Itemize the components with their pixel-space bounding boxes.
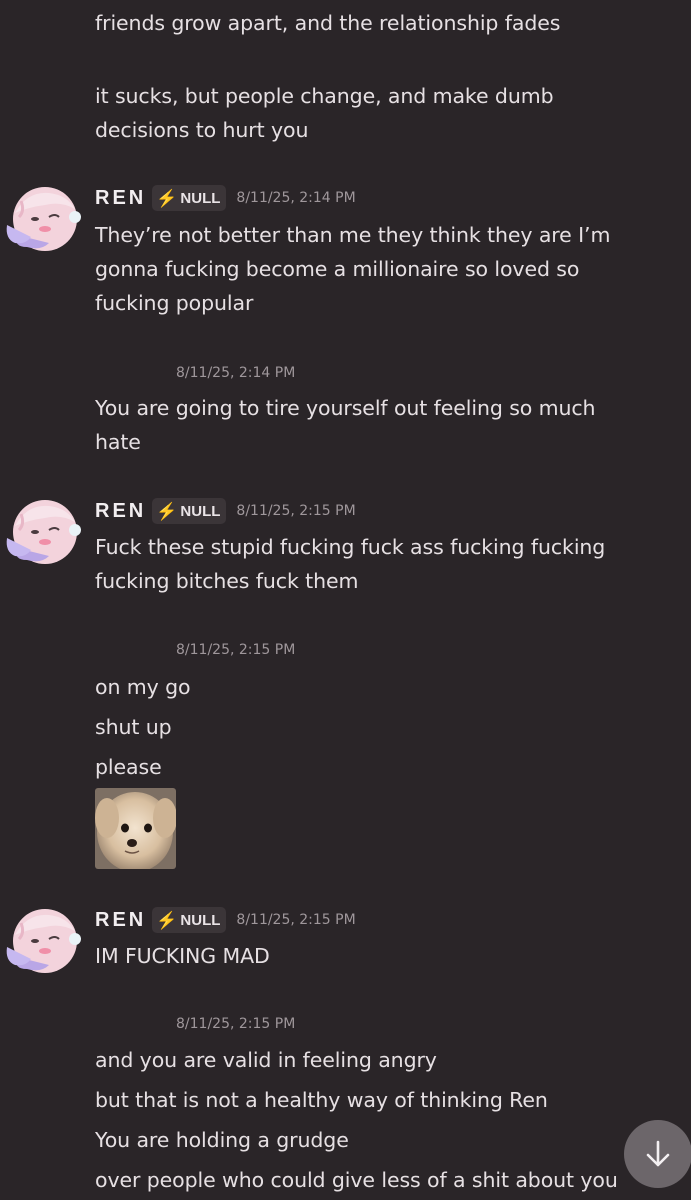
message-timestamp: 8/11/25, 2:15 PM [176, 642, 296, 658]
message-line: hate [95, 430, 141, 454]
message-timestamp: 8/11/25, 2:15 PM [236, 912, 356, 928]
message-timestamp: 8/11/25, 2:14 PM [176, 365, 296, 381]
message-line: it sucks, but people change, and make du… [95, 84, 554, 108]
message-header: REN ⚡ NULL 8/11/25, 2:15 PM [95, 905, 356, 935]
message-line: please [95, 755, 162, 779]
message-line: and you are valid in feeling angry [95, 1048, 437, 1072]
message-line: Fuck these stupid fucking fuck ass fucki… [95, 535, 606, 559]
role-badge[interactable]: ⚡ NULL [152, 907, 227, 933]
user-avatar[interactable] [5, 183, 81, 255]
username[interactable]: REN [95, 187, 146, 210]
message-header: REN ⚡ NULL 8/11/25, 2:14 PM [95, 183, 356, 213]
message-line: IM FUCKING MAD [95, 944, 270, 968]
message-line: friends grow apart, and the relationship… [95, 11, 561, 35]
message-timestamp: 8/11/25, 2:14 PM [236, 190, 356, 206]
username[interactable]: REN [95, 909, 146, 932]
lightning-bolt-icon: ⚡ [156, 188, 178, 208]
message-line: shut up [95, 715, 172, 739]
message-line: decisions to hurt you [95, 118, 309, 142]
message-line: fucking bitches fuck them [95, 569, 359, 593]
dog-photo-attachment[interactable] [95, 788, 176, 869]
message-line: They’re not better than me they think th… [95, 223, 611, 247]
message-line: over people who could give less of a shi… [95, 1168, 618, 1192]
user-avatar[interactable] [5, 496, 81, 568]
role-badge[interactable]: ⚡ NULL [152, 498, 227, 524]
role-badge[interactable]: ⚡ NULL [152, 185, 227, 211]
user-avatar[interactable] [5, 905, 81, 977]
message-line: fucking popular [95, 291, 254, 315]
message-timestamp: 8/11/25, 2:15 PM [176, 1016, 296, 1032]
message-line: but that is not a healthy way of thinkin… [95, 1088, 548, 1112]
role-label: NULL [180, 911, 221, 929]
message-header: REN ⚡ NULL 8/11/25, 2:15 PM [95, 496, 356, 526]
username[interactable]: REN [95, 500, 146, 523]
message-line: gonna fucking become a millionaire so lo… [95, 257, 580, 281]
scroll-to-bottom-button[interactable] [624, 1120, 691, 1188]
dog-photo [95, 788, 176, 869]
lightning-bolt-icon: ⚡ [156, 501, 178, 521]
role-label: NULL [180, 502, 221, 520]
lightning-bolt-icon: ⚡ [156, 910, 178, 930]
message-line: You are going to tire yourself out feeli… [95, 396, 596, 420]
arrow-down-icon [646, 1140, 670, 1167]
role-label: NULL [180, 189, 221, 207]
message-line: You are holding a grudge [95, 1128, 349, 1152]
message-timestamp: 8/11/25, 2:15 PM [236, 503, 356, 519]
message-line: on my go [95, 675, 191, 699]
chat-message-list[interactable]: friends grow apart, and the relationship… [0, 0, 691, 1200]
